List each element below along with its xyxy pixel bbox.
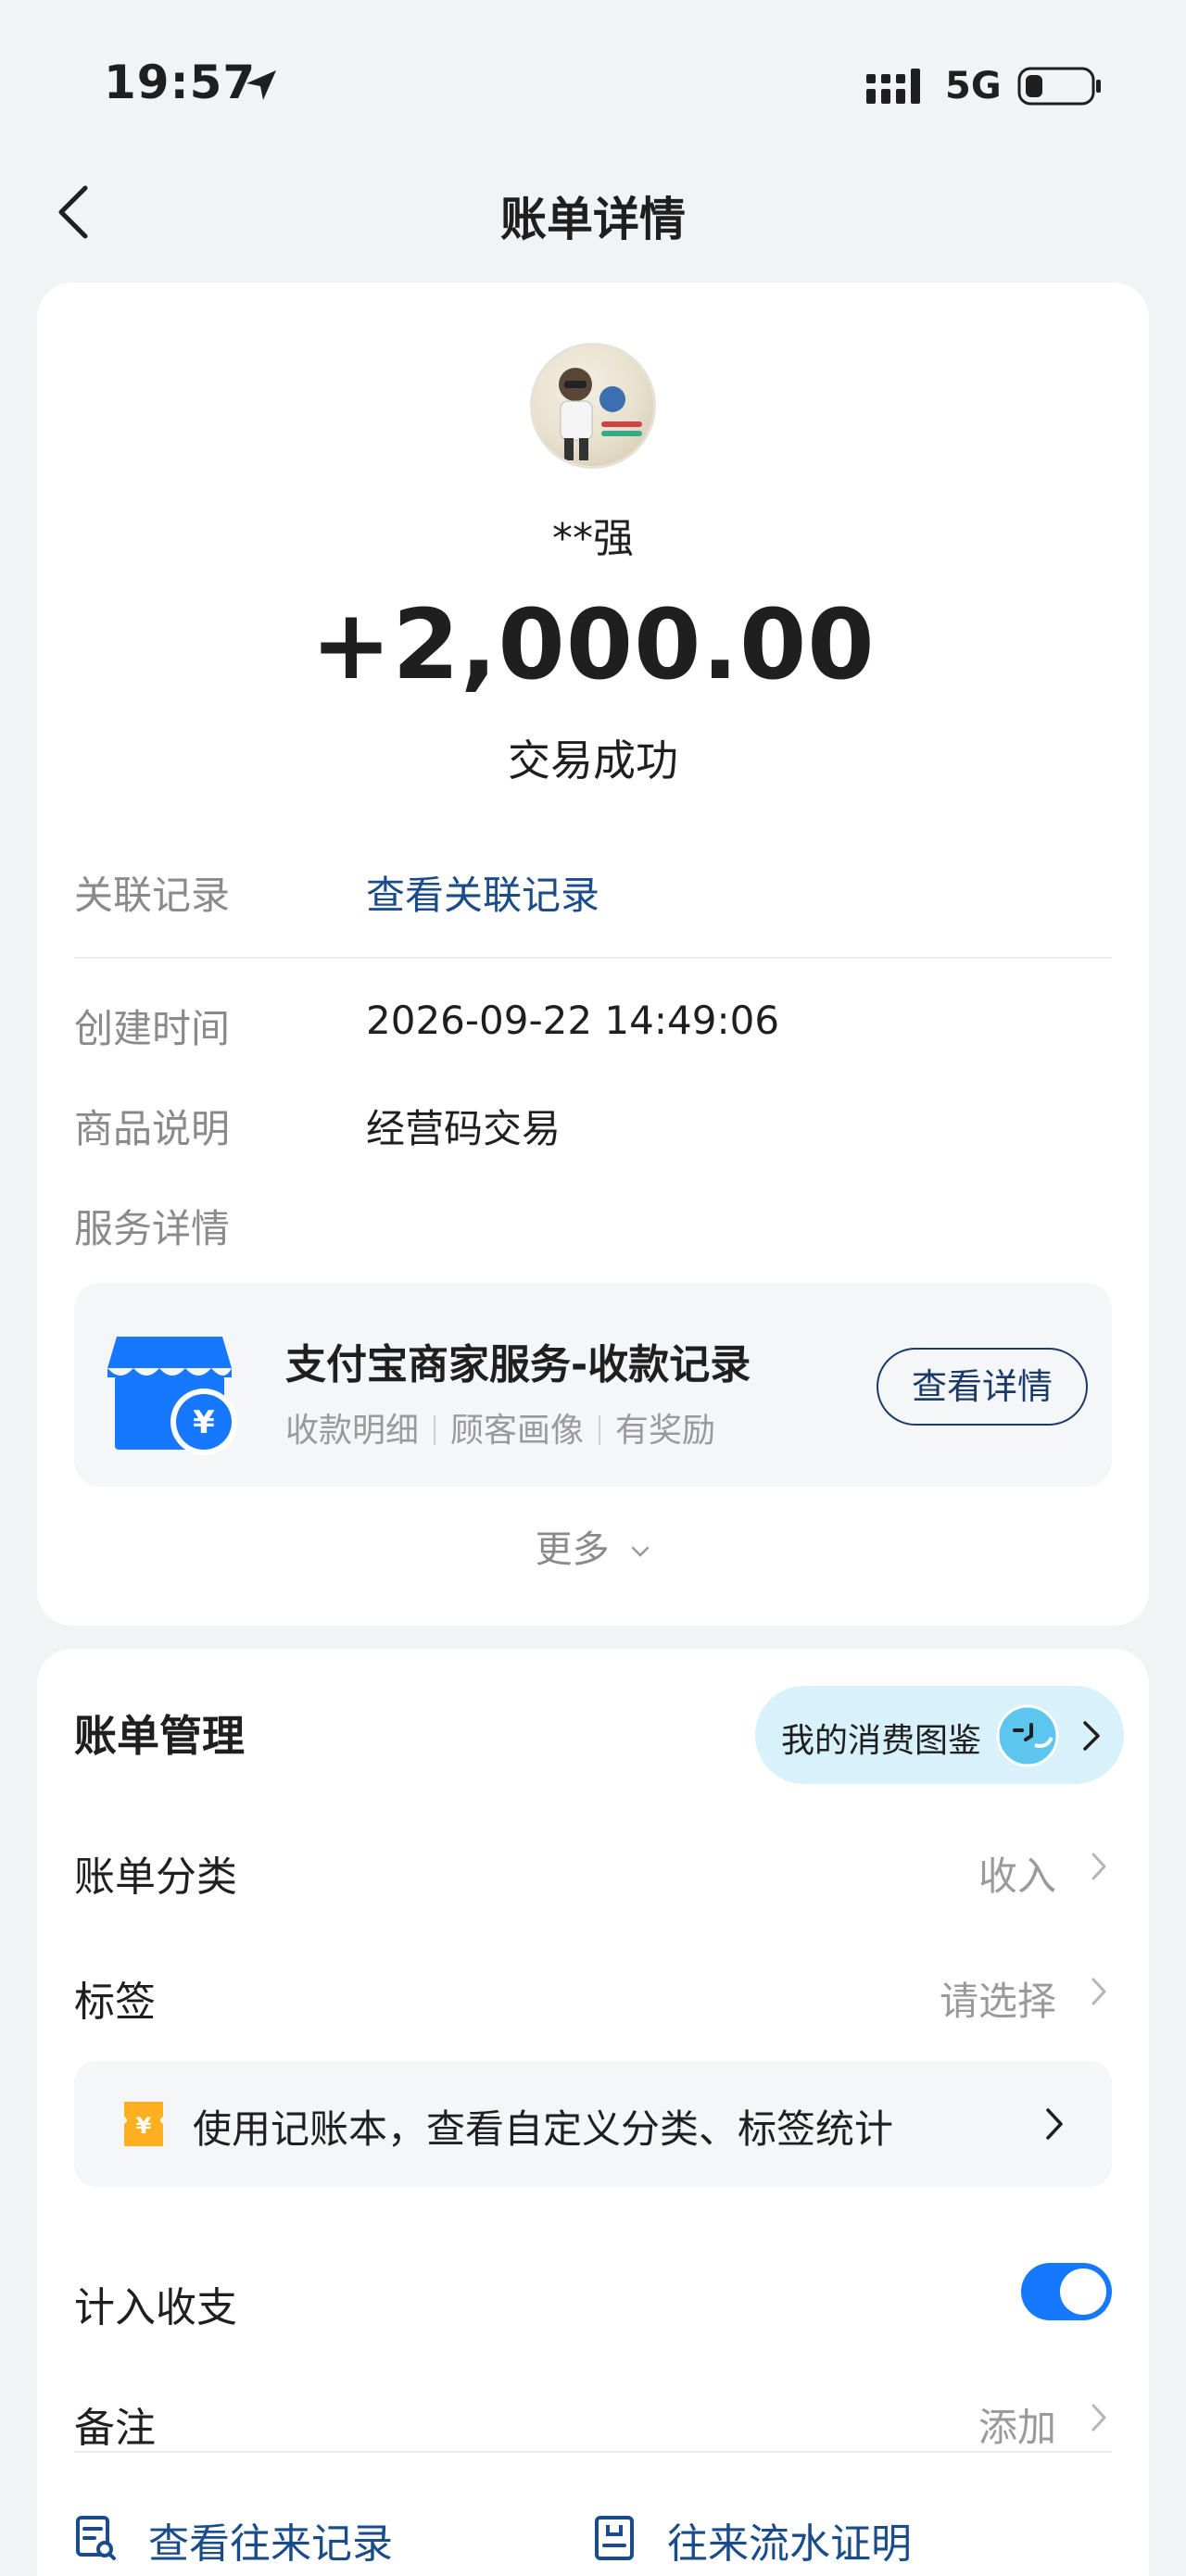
service-details-label: 服务详情 [74,1206,231,1251]
merchant-service-card[interactable]: ¥ 支付宝商家服务-收款记录 收款明细 顾客画像 有奖励 查看详情 [74,1283,1112,1487]
svg-text:¥: ¥ [193,1404,215,1441]
mascot-icon [996,1704,1059,1767]
service-tags: 收款明细 顾客画像 有奖励 [285,1403,715,1451]
document-stamp-icon [595,2516,634,2560]
page-title: 账单详情 [500,193,686,246]
nav-bar: 账单详情 [0,162,1186,264]
transaction-status: 交易成功 [508,735,678,785]
note-row[interactable]: 备注 添加 [37,2367,1149,2469]
related-records-label: 关联记录 [74,873,231,918]
location-arrow-icon [246,70,276,100]
chevron-right-icon [1046,2108,1063,2140]
store-icon: ¥ [107,1337,237,1455]
bill-management-title: 账单管理 [74,1711,245,1761]
bill-category-label: 账单分类 [74,1853,237,1901]
divider [74,2451,1112,2453]
tag-row[interactable]: 标签 请选择 [37,1941,1149,2042]
statement-proof-label: 往来流水证明 [667,2520,912,2568]
chevron-right-icon [1091,2404,1106,2431]
include-in-budget-row: 计入收支 [37,2246,1149,2348]
statement-proof-link[interactable]: 往来流水证明 [593,2510,982,2568]
toggle-knob [1060,2268,1106,2315]
goods-desc-value: 经营码交易 [366,1106,561,1151]
note-value: 添加 [978,2405,1056,2450]
bill-category-value: 收入 [978,1853,1056,1899]
include-in-budget-toggle[interactable] [1021,2263,1112,2320]
tag-separator [434,1415,436,1445]
status-time: 19:57 [104,56,257,109]
chevron-right-icon [1091,1853,1106,1880]
svg-text:¥: ¥ [136,2113,152,2139]
service-title: 支付宝商家服务-收款记录 [285,1341,751,1389]
view-history-link[interactable]: 查看往来记录 [74,2510,463,2568]
service-tag: 顾客画像 [450,1412,585,1450]
chevron-right-icon [1083,1721,1100,1751]
status-bar: 19:57 5G [0,0,1186,139]
chevron-down-icon [632,1546,650,1557]
avatar-image [559,368,642,460]
consumption-atlas-label: 我的消费图鉴 [781,1722,982,1760]
bill-management-card: 账单管理 我的消费图鉴 账单分类 收入 标签 请选择 ¥ 使用记账本，查看自定义… [37,1649,1149,2576]
goods-desc-label: 商品说明 [74,1106,231,1151]
avatar[interactable] [530,343,656,469]
battery-icon [1017,67,1101,106]
service-tag: 有奖励 [615,1412,716,1450]
created-time-value: 2026-09-22 14:49:06 [366,998,780,1043]
more-toggle[interactable]: 更多 [37,1519,1149,1573]
tag-label: 标签 [74,1979,156,2026]
more-label: 更多 [535,1528,610,1571]
transaction-amount: +2,000.00 [310,588,876,701]
view-history-label: 查看往来记录 [148,2520,393,2568]
signal-icon [866,69,920,104]
bookkeeping-banner[interactable]: ¥ 使用记账本，查看自定义分类、标签统计 [74,2061,1112,2187]
created-time-label: 创建时间 [74,1006,231,1051]
network-label: 5G [945,65,1002,107]
tag-value: 请选择 [939,1979,1056,2024]
service-tag: 收款明细 [285,1412,420,1450]
ticket-icon: ¥ [124,2102,163,2146]
view-details-button[interactable]: 查看详情 [877,1348,1088,1426]
chevron-right-icon [1091,1978,1106,2005]
consumption-atlas-button[interactable]: 我的消费图鉴 [755,1686,1124,1784]
record-search-icon [76,2516,116,2560]
divider [74,957,1112,959]
bookkeeping-text: 使用记账本，查看自定义分类、标签统计 [193,2106,894,2152]
related-records-link[interactable]: 查看关联记录 [366,864,599,921]
transaction-card: **强 +2,000.00 交易成功 关联记录 查看关联记录 创建时间 2026… [37,283,1149,1626]
include-in-budget-label: 计入收支 [74,2284,237,2331]
bill-category-row[interactable]: 账单分类 收入 [37,1816,1149,1917]
payer-name: **强 [552,515,634,562]
tag-separator [599,1415,601,1445]
bill-detail-screen: 19:57 5G 账单详情 **强 +2,000.00 交易成功 关联记录 查看… [0,0,1186,2576]
note-label: 备注 [74,2405,156,2452]
